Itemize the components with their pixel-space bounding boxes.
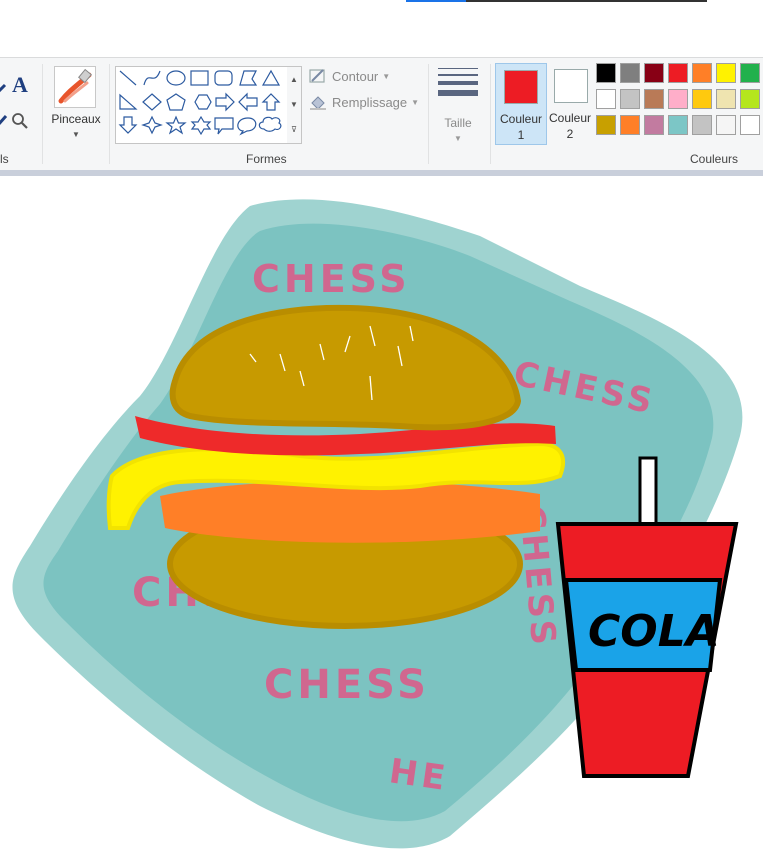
palette-swatch[interactable] [740,63,760,83]
color-2-swatch [554,69,588,103]
color-1-label-line2: 1 [517,128,525,142]
palette-swatch[interactable] [668,89,688,109]
contour-icon [309,69,325,83]
brushes-button[interactable]: Pinceaux ▼ [46,60,106,146]
color-1-label-line1: Couleur [499,112,543,126]
ribbon-separator [42,64,43,164]
fill-bucket-icon [310,96,326,110]
color-1-label: Couleur 1 [496,111,546,143]
up-arrow-icon[interactable] [261,93,281,111]
hexagon-icon[interactable] [194,94,212,110]
size-label: Taille [444,116,472,130]
shapes-group-label: Formes [246,152,287,166]
rounded-rectangle-icon[interactable] [214,70,233,86]
palette-swatch[interactable] [740,89,760,109]
tray-text-corner: HE [387,751,452,799]
scroll-up-icon[interactable]: ▲ [287,67,301,92]
palette-swatch[interactable] [716,63,736,83]
contour-dropdown-icon: ▼ [382,71,391,81]
palette-swatch[interactable] [596,63,616,83]
color-2-label: Couleur 2 [547,110,593,142]
palette-swatch[interactable] [740,115,760,135]
fill-label: Remplissage [332,94,408,110]
ribbon: A ls Pinceaux ▼ ▲ ▼ ⊽ Contour ▼ Rempliss… [0,57,763,172]
colors-group-label: Couleurs [690,152,739,166]
magnifier-icon[interactable] [10,111,30,131]
size-dropdown-icon: ▼ [454,134,462,143]
size-button[interactable]: Taille ▼ [432,64,484,144]
expand-gallery-icon[interactable]: ⊽ [287,117,301,142]
contour-button[interactable]: Contour ▼ [308,65,390,87]
palette-swatch[interactable] [644,89,664,109]
ribbon-separator [428,64,429,164]
brushes-dropdown-icon: ▼ [72,130,80,139]
polygon-icon[interactable] [239,70,258,86]
palette-swatch[interactable] [716,89,736,109]
line-icon[interactable] [119,70,137,86]
palette-swatch[interactable] [596,89,616,109]
color-1-swatch [504,70,538,104]
shapes-gallery [115,66,289,144]
triangle-icon[interactable] [261,69,281,86]
drawing-canvas[interactable]: CHESS CHESS CHESS CHESS CHE HE COLA [0,176,763,851]
palette-swatch[interactable] [692,63,712,83]
window-top-divider [466,0,707,2]
palette-swatch[interactable] [644,115,664,135]
shapes-grid [118,69,282,136]
palette-swatch[interactable] [644,63,664,83]
tray-text-bottom: CHESS [264,662,430,708]
palette-swatch[interactable] [692,115,712,135]
pentagon-icon[interactable] [166,93,186,111]
fill-dropdown-icon: ▼ [411,97,420,107]
right-triangle-icon[interactable] [119,93,138,110]
shapes-scrollbar[interactable]: ▲ ▼ ⊽ [287,66,302,144]
cloud-callout-icon[interactable] [258,116,282,132]
rectangle-icon[interactable] [190,70,209,86]
color-1-button[interactable]: Couleur 1 [495,63,547,145]
tools-group-label: ls [0,152,9,166]
fill-button[interactable]: Remplissage ▼ [308,91,419,113]
color-2-label-line1: Couleur [548,111,592,125]
palette-swatch[interactable] [692,89,712,109]
ribbon-separator [109,64,110,164]
brush-icon [54,66,96,108]
palette-swatch[interactable] [620,89,640,109]
ribbon-separator [490,64,491,164]
oval-icon[interactable] [166,70,186,86]
oval-callout-icon[interactable] [237,117,257,136]
diamond-icon[interactable] [142,93,162,111]
down-arrow-icon[interactable] [118,116,138,134]
cup-label: COLA [588,606,720,657]
four-point-star-icon[interactable] [141,115,163,135]
contour-label: Contour [332,68,379,84]
rect-callout-icon[interactable] [214,117,234,135]
brushes-label: Pinceaux [51,112,101,126]
text-tool-icon[interactable]: A [10,72,30,97]
palette-swatch[interactable] [620,115,640,135]
burger-patty [160,480,540,543]
palette-swatch[interactable] [668,63,688,83]
palette-swatch[interactable] [668,115,688,135]
right-arrow-icon[interactable] [215,92,235,112]
five-point-star-icon[interactable] [165,115,187,135]
six-point-star-icon[interactable] [190,115,212,136]
window-top-accent [406,0,466,2]
straw [638,456,658,526]
scroll-down-icon[interactable]: ▼ [287,92,301,117]
left-arrow-icon[interactable] [238,92,258,112]
palette-swatch[interactable] [596,115,616,135]
palette-swatch[interactable] [620,63,640,83]
drawing: CHESS CHESS CHESS CHESS CHE HE COLA [12,199,743,849]
window-top-strip [0,0,763,57]
tray-text-top: CHESS [252,257,411,301]
palette-swatch[interactable] [716,115,736,135]
color-2-label-line2: 2 [566,127,574,141]
color-2-button[interactable]: Couleur 2 [547,63,593,143]
curve-icon[interactable] [143,70,161,86]
